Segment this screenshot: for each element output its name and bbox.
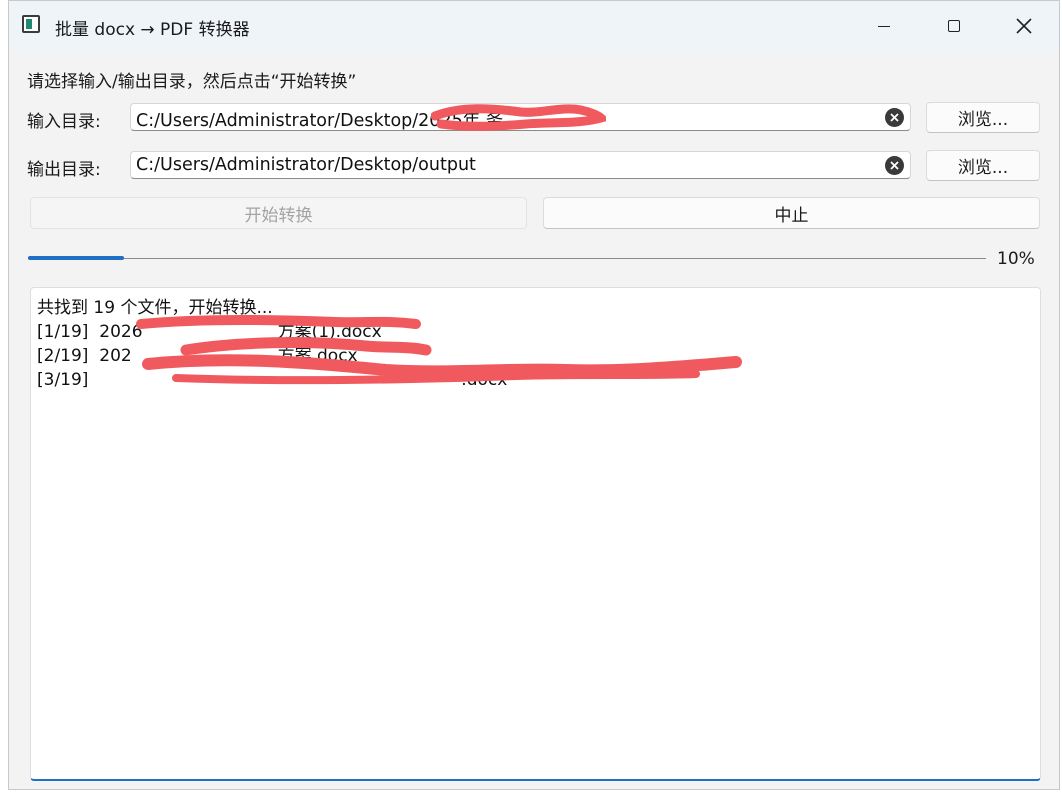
app-icon — [22, 15, 40, 33]
maximize-button[interactable] — [919, 1, 989, 51]
output-dir-value: C:/Users/Administrator/Desktop/output — [136, 155, 476, 175]
converter-window: 批量 docx → PDF 转换器 请选择输入/输出目录，然后点击“开始转换” … — [8, 0, 1060, 790]
close-icon — [1016, 18, 1032, 34]
title-bar[interactable]: 批量 docx → PDF 转换器 — [9, 1, 1059, 51]
log-line: [3/19] .docx — [37, 370, 508, 390]
input-dir-value: C:/Users/Administrator/Desktop/2025年 务 — [136, 111, 504, 131]
log-line: [2/19] 202 方案.docx — [37, 346, 358, 366]
instruction-text: 请选择输入/输出目录，然后点击“开始转换” — [27, 72, 357, 92]
progress-track — [28, 258, 986, 259]
maximize-icon — [948, 20, 960, 32]
log-line: 共找到 19 个文件，开始转换... — [37, 298, 273, 318]
input-browse-button[interactable]: 浏览... — [926, 102, 1040, 133]
clear-input-icon[interactable] — [885, 108, 904, 127]
log-line: [1/19] 2026 方案(1).docx — [37, 322, 382, 342]
clear-output-icon[interactable] — [885, 156, 904, 175]
minimize-icon — [878, 25, 890, 27]
log-lines: 共找到 19 个文件，开始转换... [1/19] 2026 方案(1).docx… — [37, 296, 507, 392]
start-convert-button[interactable]: 开始转换 — [30, 197, 527, 229]
input-dir-label: 输入目录: — [27, 112, 101, 132]
progress-fill — [28, 256, 124, 260]
close-button[interactable] — [989, 1, 1059, 51]
output-dir-label: 输出目录: — [27, 160, 101, 180]
log-output[interactable]: 共找到 19 个文件，开始转换... [1/19] 2026 方案(1).docx… — [30, 287, 1041, 781]
input-dir-field[interactable]: C:/Users/Administrator/Desktop/2025年 务 — [130, 103, 911, 131]
stop-button[interactable]: 中止 — [543, 197, 1040, 229]
output-browse-button[interactable]: 浏览... — [926, 150, 1040, 181]
minimize-button[interactable] — [849, 1, 919, 51]
output-dir-field[interactable]: C:/Users/Administrator/Desktop/output — [130, 151, 911, 179]
window-title: 批量 docx → PDF 转换器 — [55, 20, 250, 40]
progress-percent: 10% — [997, 249, 1035, 269]
